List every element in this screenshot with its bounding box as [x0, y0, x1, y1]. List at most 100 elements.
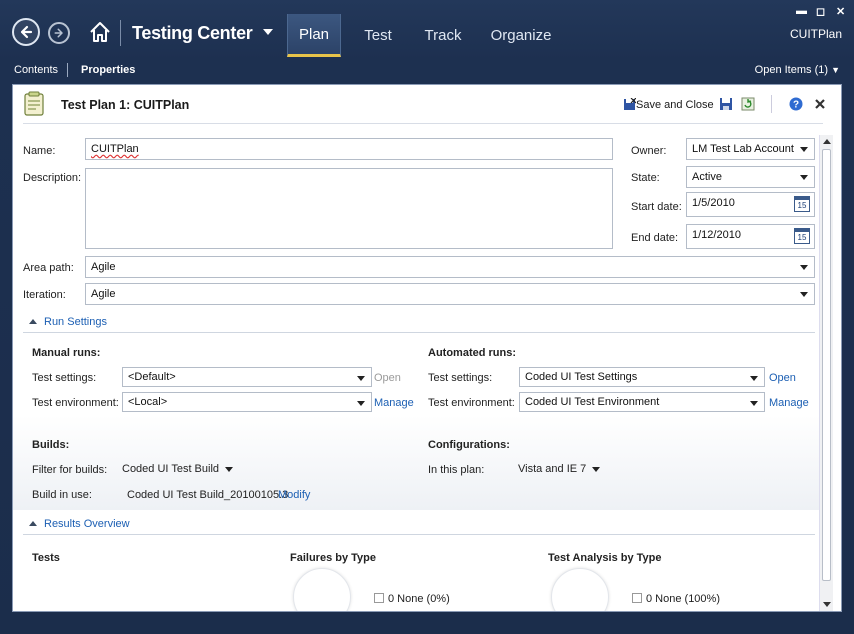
divider [771, 95, 772, 113]
contents-link[interactable]: Contents [14, 64, 58, 76]
filter-builds-value: Coded UI Test Build [122, 463, 220, 475]
failures-by-type-heading: Failures by Type [290, 552, 376, 564]
plan-title: Test Plan 1: CUITPlan [61, 98, 190, 112]
description-label: Description: [23, 172, 82, 184]
area-path-select[interactable]: Agile [85, 256, 815, 278]
open-items-menu[interactable]: Open Items (1) ▼ [755, 64, 840, 76]
calendar-icon[interactable]: 15 [794, 196, 810, 212]
manual-environment-manage-link[interactable]: Manage [374, 397, 414, 409]
divider [67, 63, 68, 77]
help-icon[interactable]: ? [789, 97, 803, 111]
calendar-icon[interactable]: 15 [794, 228, 810, 244]
start-date-label: Start date: [631, 201, 682, 213]
modify-build-link[interactable]: Modify [278, 489, 310, 501]
automated-runs-heading: Automated runs: [428, 347, 516, 359]
end-date-field[interactable]: 1/12/2010 15 [686, 224, 815, 249]
manual-test-settings-select[interactable]: <Default> [122, 367, 372, 387]
divider [120, 20, 121, 46]
results-overview-header[interactable]: Results Overview [44, 518, 130, 530]
save-icon[interactable] [719, 97, 733, 111]
build-in-use-label: Build in use: [32, 489, 92, 501]
save-and-close-label: Save and Close [636, 98, 714, 111]
svg-text:?: ? [793, 100, 799, 111]
test-plan-icon [24, 91, 44, 116]
builds-heading: Builds: [32, 439, 70, 451]
tab-test[interactable]: Test [355, 14, 401, 57]
owner-select[interactable]: LM Test Lab Account [686, 138, 815, 160]
failures-pie-chart [293, 568, 351, 611]
chevron-down-icon [225, 466, 234, 472]
arrow-left-icon [20, 25, 33, 39]
close-window-button[interactable]: ✕ [836, 5, 845, 18]
automated-environment-manage-link[interactable]: Manage [769, 397, 809, 409]
minimize-button[interactable]: ▬ [796, 5, 807, 17]
iteration-label: Iteration: [23, 289, 66, 301]
automated-test-settings-select[interactable]: Coded UI Test Settings [519, 367, 765, 387]
user-name: CUITPlan [789, 27, 842, 41]
description-field[interactable] [85, 168, 613, 249]
analysis-legend: 0 None (100%) [632, 593, 720, 605]
filter-builds-select[interactable]: Coded UI Test Build [122, 463, 234, 475]
properties-link[interactable]: Properties [81, 64, 135, 76]
failures-legend: 0 None (0%) [374, 593, 450, 605]
legend-checkbox[interactable] [632, 593, 642, 603]
save-and-close-button[interactable]: Save and Close [623, 98, 714, 111]
configurations-select[interactable]: Vista and IE 7 [518, 463, 601, 475]
name-label: Name: [23, 145, 56, 157]
owner-label: Owner: [631, 145, 667, 157]
arrow-right-icon [54, 28, 63, 38]
maximize-button[interactable]: ◻ [816, 5, 825, 18]
tab-track[interactable]: Track [418, 14, 468, 57]
app-title: Testing Center [132, 23, 253, 43]
state-label: State: [631, 172, 660, 184]
tab-organize[interactable]: Organize [486, 14, 556, 57]
start-date-field[interactable]: 1/5/2010 15 [686, 192, 815, 217]
open-items-label: Open Items (1) [754, 64, 829, 76]
collapse-results-icon[interactable] [29, 521, 37, 526]
name-field[interactable]: CUITPlan [85, 138, 613, 160]
automated-test-environment-select[interactable]: Coded UI Test Environment [519, 392, 765, 412]
manual-runs-heading: Manual runs: [32, 347, 101, 359]
manual-settings-open-link[interactable]: Open [374, 372, 401, 384]
start-date-value: 1/5/2010 [692, 197, 735, 209]
legend-checkbox[interactable] [374, 593, 384, 603]
run-settings-header[interactable]: Run Settings [44, 316, 107, 328]
manual-test-environment-label: Test environment: [32, 397, 119, 409]
scroll-down-icon[interactable] [823, 602, 831, 607]
manual-test-settings-label: Test settings: [32, 372, 97, 384]
build-in-use-value: Coded UI Test Build_20100105.3 [127, 489, 289, 501]
close-icon[interactable] [813, 97, 827, 111]
iteration-select[interactable]: Agile [85, 283, 815, 305]
divider [23, 332, 815, 333]
filter-builds-label: Filter for builds: [32, 464, 108, 476]
state-select[interactable]: Active [686, 166, 815, 188]
divider [23, 123, 823, 124]
manual-test-environment-select[interactable]: <Local> [122, 392, 372, 412]
configurations-value: Vista and IE 7 [518, 463, 587, 475]
area-path-label: Area path: [23, 262, 74, 274]
automated-test-environment-label: Test environment: [428, 397, 515, 409]
back-button[interactable] [12, 18, 40, 46]
test-analysis-heading: Test Analysis by Type [548, 552, 662, 564]
analysis-legend-label: 0 None (100%) [646, 593, 720, 605]
collapse-run-settings-icon[interactable] [29, 319, 37, 324]
test-plan-panel: Test Plan 1: CUITPlan Save and Close ? N… [12, 84, 842, 612]
chevron-down-icon: ▼ [831, 65, 840, 75]
in-this-plan-label: In this plan: [428, 464, 485, 476]
name-value: CUITPlan [91, 143, 139, 155]
end-date-value: 1/12/2010 [692, 229, 741, 241]
tab-plan[interactable]: Plan [287, 14, 341, 57]
automated-settings-open-link[interactable]: Open [769, 372, 796, 384]
refresh-icon[interactable] [741, 97, 755, 111]
end-date-label: End date: [631, 232, 679, 244]
scroll-thumb[interactable] [822, 149, 831, 581]
app-window: ▬ ◻ ✕ Testing Center Plan Test Track Org… [0, 0, 854, 634]
center-switch-dropdown-icon[interactable] [263, 29, 273, 35]
scroll-up-icon[interactable] [823, 139, 831, 144]
save-close-icon [624, 98, 636, 110]
home-icon[interactable] [88, 20, 112, 44]
vertical-scrollbar[interactable] [819, 135, 833, 611]
forward-button[interactable] [48, 22, 70, 44]
divider [23, 534, 815, 535]
sub-navigation: Contents Properties Open Items (1) ▼ [0, 58, 854, 82]
